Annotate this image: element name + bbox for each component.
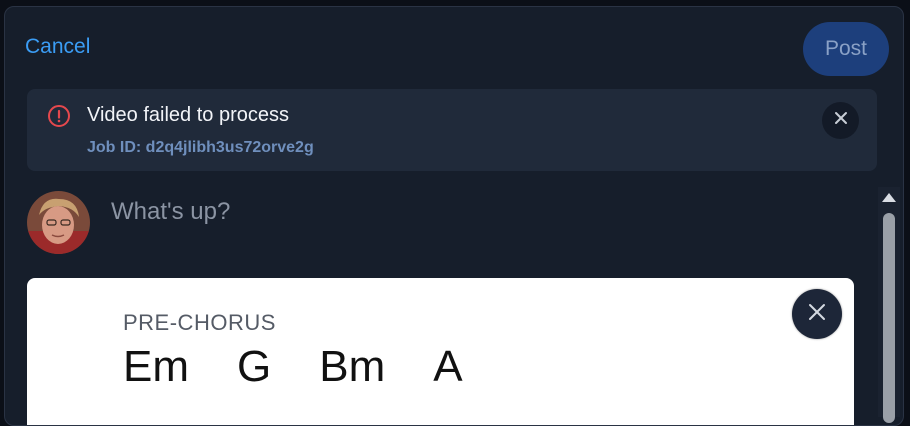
chord: Bm <box>319 342 386 391</box>
chord: G <box>237 342 272 391</box>
info-circle-icon <box>47 104 71 128</box>
chord: Em <box>123 342 189 391</box>
avatar <box>27 191 90 254</box>
section-label: PRE-CHORUS <box>123 310 276 335</box>
remove-attachment-button[interactable] <box>792 289 842 339</box>
alert-title: Video failed to process <box>87 104 289 126</box>
alert-close-button[interactable] <box>822 102 859 139</box>
scrollbar-thumb[interactable] <box>883 213 895 423</box>
alert-job-id: Job ID: d2q4jlibh3us72orve2g <box>87 139 314 156</box>
cancel-button[interactable]: Cancel <box>25 35 90 59</box>
post-button[interactable]: Post <box>803 22 889 76</box>
chord-chart-card: PRE-CHORUS Em G Bm A <box>27 278 854 425</box>
chord: A <box>433 342 463 391</box>
scrollbar[interactable] <box>878 187 900 423</box>
scroll-up-arrow-icon[interactable] <box>882 193 896 202</box>
close-icon <box>807 302 827 327</box>
close-icon <box>834 111 848 130</box>
error-alert: Video failed to process Job ID: d2q4jlib… <box>27 89 877 171</box>
post-text-input[interactable] <box>109 197 713 227</box>
chord-row: Em G Bm A <box>123 342 511 392</box>
compose-post-dialog: Cancel Post Video failed to process Job … <box>4 6 904 426</box>
